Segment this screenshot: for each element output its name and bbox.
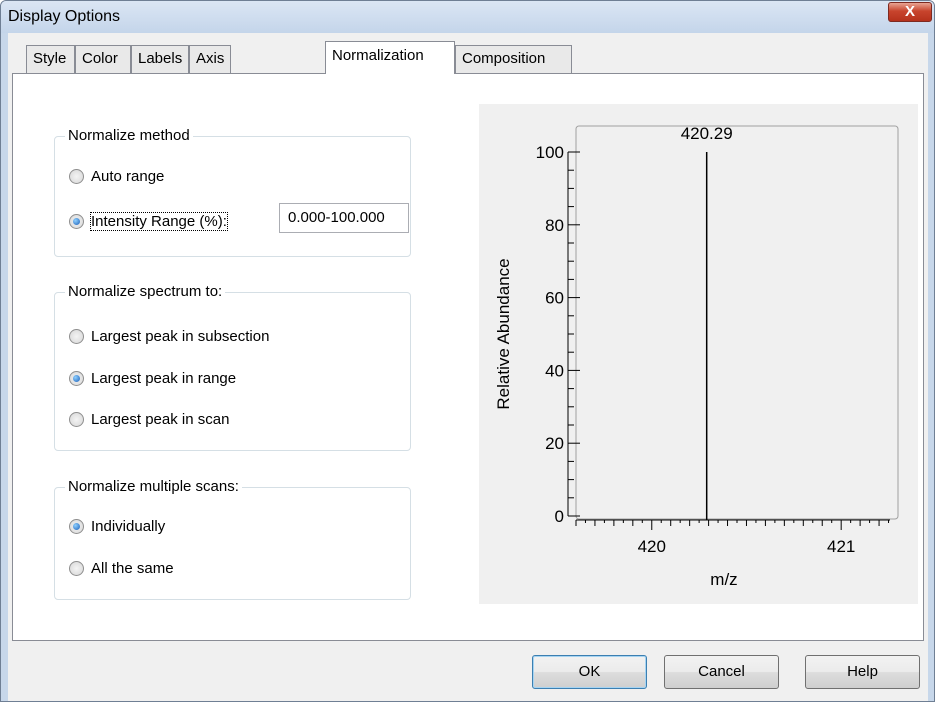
x-axis-label: m/z (710, 570, 737, 589)
tab-labels[interactable]: Labels (131, 45, 189, 73)
radio-intensity-range[interactable]: Intensity Range (%): (69, 210, 228, 232)
display-options-dialog: Display Options X Style Color Labels Axi… (0, 0, 935, 702)
spectrum-preview: 0 20 40 60 80 100 420 421 420.29 Relative Abun… (479, 104, 918, 604)
y-tick-label: 60 (545, 289, 564, 308)
y-tick-label: 20 (545, 434, 564, 453)
radio-auto-range-button[interactable] (69, 168, 84, 184)
ok-button[interactable]: OK (532, 655, 647, 689)
radio-individually-button[interactable] (69, 518, 84, 534)
radio-largest-range-label: Largest peak in range (91, 369, 237, 387)
tab-style[interactable]: Style (26, 45, 75, 73)
radio-individually-label: Individually (91, 517, 166, 535)
y-axis-label: Relative Abundance (494, 258, 513, 409)
radio-largest-scan-label: Largest peak in scan (91, 410, 230, 428)
spectrum-chart: 0 20 40 60 80 100 420 421 420.29 Relative Abun… (494, 124, 899, 589)
radio-all-same[interactable]: All the same (69, 557, 174, 579)
peak-label: 420.29 (681, 124, 733, 143)
radio-auto-range[interactable]: Auto range (69, 165, 164, 187)
normalize-spectrum-group: Normalize spectrum to: Largest peak in s… (54, 283, 411, 451)
radio-largest-range-button[interactable] (69, 370, 84, 386)
radio-largest-subsection[interactable]: Largest peak in subsection (69, 325, 269, 347)
tab-normalization[interactable]: Normalization (325, 41, 455, 74)
x-tick-label: 421 (827, 537, 855, 556)
radio-intensity-range-label: Intensity Range (%): (90, 211, 228, 231)
radio-individually[interactable]: Individually (69, 515, 165, 537)
help-button[interactable]: Help (805, 655, 920, 689)
normalize-method-title: Normalize method (65, 127, 193, 144)
normalize-method-group: Normalize method Auto range Intensity Ra… (54, 127, 411, 257)
radio-largest-range[interactable]: Largest peak in range (69, 367, 236, 389)
radio-largest-scan-button[interactable] (69, 411, 84, 427)
radio-intensity-range-button[interactable] (69, 213, 84, 229)
intensity-range-input[interactable]: 0.000-100.000 (279, 203, 409, 233)
radio-all-same-button[interactable] (69, 560, 84, 576)
close-button[interactable]: X (888, 2, 932, 22)
normalize-spectrum-title: Normalize spectrum to: (65, 283, 226, 300)
radio-largest-scan[interactable]: Largest peak in scan (69, 408, 229, 430)
normalize-multiple-group: Normalize multiple scans: Individually A… (54, 478, 411, 600)
y-tick-label: 0 (555, 507, 564, 526)
title-bar: Display Options X (1, 1, 934, 33)
y-tick-label: 100 (536, 143, 564, 162)
y-tick-label: 80 (545, 216, 564, 235)
x-tick-label: 420 (638, 537, 666, 556)
tab-axis[interactable]: Axis (189, 45, 231, 73)
radio-all-same-label: All the same (91, 559, 174, 577)
dialog-title: Display Options (8, 8, 121, 25)
radio-largest-subsection-label: Largest peak in subsection (91, 327, 270, 345)
y-tick-label: 40 (545, 361, 564, 380)
radio-auto-range-label: Auto range (91, 167, 165, 185)
plot-area-frame (575, 125, 899, 520)
tab-color[interactable]: Color (75, 45, 131, 73)
normalize-multiple-title: Normalize multiple scans: (65, 478, 242, 495)
radio-largest-subsection-button[interactable] (69, 328, 84, 344)
tab-composition[interactable]: Composition (455, 45, 572, 73)
cancel-button[interactable]: Cancel (664, 655, 779, 689)
